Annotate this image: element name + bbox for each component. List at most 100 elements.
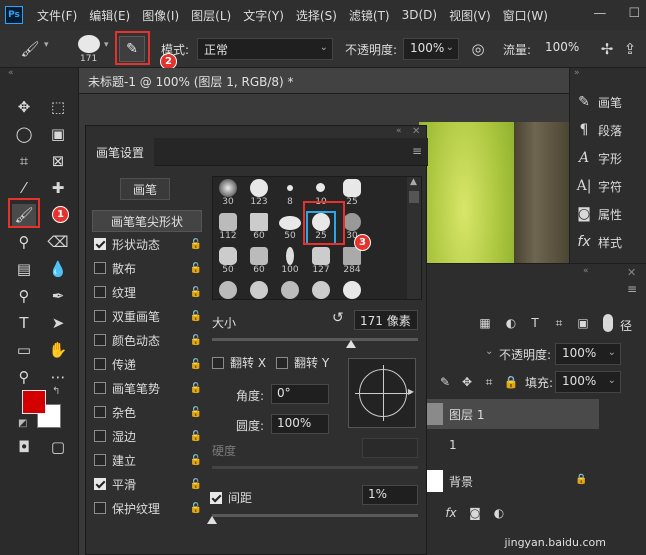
option-brush-pose[interactable]: 画笔笔势 🔓 — [94, 377, 202, 399]
lock-icon[interactable]: 🔓 — [190, 407, 202, 418]
object-select-tool-icon[interactable]: ▣ — [46, 123, 70, 145]
size-slider-thumb[interactable] — [346, 340, 356, 348]
option-transfer[interactable]: 传递 🔓 — [94, 353, 202, 375]
menu-file[interactable]: 文件(F) — [31, 7, 83, 24]
panel-menu-icon[interactable]: ≡ — [412, 144, 422, 158]
angle-roundness-preview[interactable]: ▶ — [348, 358, 416, 428]
gradient-tool-icon[interactable]: ▤ — [12, 258, 36, 280]
filter-smart-icon[interactable]: ▣ — [571, 312, 595, 334]
airbrush-icon[interactable]: ✢ — [595, 38, 619, 60]
share-icon[interactable]: ⇪ — [618, 38, 642, 60]
chevron-down-icon[interactable]: ⌄ — [485, 346, 493, 357]
brush-tip[interactable]: 50 — [215, 247, 241, 277]
brush-tip[interactable]: 284 — [339, 247, 365, 277]
roundness-input[interactable]: 100% — [271, 414, 329, 434]
minimize-icon[interactable]: — — [593, 6, 606, 21]
brush-tip[interactable]: 112 — [215, 213, 241, 243]
lock-icon[interactable]: 🔓 — [190, 383, 202, 394]
scroll-thumb[interactable] — [409, 191, 419, 203]
menu-layer[interactable]: 图层(L) — [185, 7, 237, 24]
rectangle-tool-icon[interactable]: ▭ — [12, 339, 36, 361]
lock-all-icon[interactable]: 🔒 — [499, 371, 523, 393]
option-build-up[interactable]: 建立 🔓 — [94, 449, 202, 471]
lock-position-icon[interactable]: ✥ — [455, 371, 479, 393]
menu-3d[interactable]: 3D(D) — [396, 8, 443, 22]
collapse-icon[interactable]: « — [583, 266, 589, 276]
move-tool-icon[interactable]: ✥ — [12, 96, 36, 118]
size-input[interactable]: 171 像素 — [354, 310, 418, 330]
lock-icon[interactable]: 🔓 — [190, 335, 202, 346]
angle-handle-icon[interactable]: ▶ — [408, 387, 414, 396]
panel-properties[interactable]: ◙ 属性 — [570, 200, 646, 228]
layer-row[interactable]: 1 — [427, 431, 599, 461]
brush-tool-preset-icon[interactable]: 🖌 — [18, 38, 42, 60]
layer-mask-icon[interactable]: ◙ — [463, 502, 487, 524]
lock-artboard-icon[interactable]: ⌗ — [477, 371, 501, 393]
collapse-icon[interactable]: « — [396, 126, 402, 136]
path-select-tool-icon[interactable]: ➤ — [46, 312, 70, 334]
flip-x-option[interactable]: 翻转 X — [212, 354, 266, 371]
checkbox-transfer[interactable] — [94, 358, 106, 370]
panel-styles[interactable]: fx 样式 — [570, 228, 646, 256]
lock-icon[interactable]: 🔓 — [190, 479, 202, 490]
panel-paragraph[interactable]: ¶ 段落 — [570, 116, 646, 144]
lock-icon[interactable]: 🔓 — [190, 263, 202, 274]
brush-settings-tab[interactable]: 画笔设置 — [86, 138, 155, 166]
checkbox-flip-y[interactable] — [276, 356, 288, 369]
checkbox-dual-brush[interactable] — [94, 310, 106, 322]
hand-tool-icon[interactable]: ✋ — [46, 339, 70, 361]
option-protect-texture[interactable]: 保护纹理 🔓 — [94, 497, 202, 519]
checkbox-wet-edges[interactable] — [94, 430, 106, 442]
tip-grid-scrollbar[interactable]: ▲ — [407, 177, 421, 299]
menu-filter[interactable]: 滤镜(T) — [343, 7, 396, 24]
reset-size-icon[interactable]: ↺ — [332, 310, 344, 326]
healing-brush-tool-icon[interactable]: ✚ — [46, 177, 70, 199]
checkbox-brush-pose[interactable] — [94, 382, 106, 394]
spacing-slider[interactable] — [212, 514, 418, 517]
checkbox-shape-dynamics[interactable] — [94, 238, 106, 250]
lock-icon[interactable]: 🔓 — [190, 287, 202, 298]
clone-stamp-tool-icon[interactable]: ⚲ — [12, 231, 36, 253]
option-dual-brush[interactable]: 双重画笔 🔓 — [94, 305, 202, 327]
brush-preview[interactable] — [78, 35, 100, 53]
zoom-tool-icon[interactable]: ⚲ — [12, 366, 36, 388]
filter-type-icon[interactable]: T — [523, 312, 547, 334]
document-tab[interactable]: 未标题-1 @ 100% (图层 1, RGB/8) * — [79, 68, 569, 94]
flip-y-option[interactable]: 翻转 Y — [276, 354, 329, 371]
lock-icon[interactable]: 🔓 — [190, 431, 202, 442]
spacing-input[interactable]: 1% — [362, 485, 418, 505]
brush-tip[interactable]: 80 — [215, 281, 241, 299]
spacing-slider-thumb[interactable] — [207, 516, 217, 524]
quick-mask-icon[interactable]: ◘ — [12, 436, 36, 458]
screen-mode-icon[interactable]: ▢ — [46, 436, 70, 458]
option-wet-edges[interactable]: 湿边 🔓 — [94, 425, 202, 447]
crop-tool-icon[interactable]: ⌗ — [12, 150, 36, 172]
brush-tip[interactable]: 8 — [277, 179, 303, 209]
checkbox-protect-texture[interactable] — [94, 502, 106, 514]
collapse-icon[interactable]: « — [8, 68, 14, 78]
checkbox-flip-x[interactable] — [212, 356, 224, 369]
brush-tip[interactable]: 123 — [246, 179, 272, 209]
option-scattering[interactable]: 散布 🔓 — [94, 257, 202, 279]
fill-input[interactable]: 100% ⌄ — [555, 371, 621, 393]
checkbox-smoothing[interactable] — [94, 478, 106, 490]
checkbox-build-up[interactable] — [94, 454, 106, 466]
lasso-tool-icon[interactable]: ◯ — [12, 123, 36, 145]
brushes-button[interactable]: 画笔 — [120, 178, 170, 200]
filter-adjust-icon[interactable]: ◐ — [499, 312, 523, 334]
foreground-color-swatch[interactable] — [22, 390, 46, 414]
lock-icon[interactable]: 🔓 — [190, 311, 202, 322]
option-noise[interactable]: 杂色 🔓 — [94, 401, 202, 423]
brush-tip[interactable]: 175 — [277, 281, 303, 299]
brush-tip-shape-item[interactable]: 画笔笔尖形状 — [92, 210, 202, 232]
chevron-down-icon[interactable]: ▾ — [104, 40, 109, 50]
lock-icon[interactable]: 🔓 — [190, 503, 202, 514]
chevron-down-icon[interactable]: ▾ — [44, 40, 49, 50]
checkbox-texture[interactable] — [94, 286, 106, 298]
brush-tip[interactable]: 60 — [246, 213, 272, 243]
option-shape-dynamics[interactable]: 形状动态 🔓 — [94, 233, 202, 255]
adjustment-layer-icon[interactable]: ◐ — [487, 502, 511, 524]
more-tools-icon[interactable]: ⋯ — [46, 366, 70, 388]
filter-toggle[interactable] — [603, 314, 613, 332]
mode-select[interactable]: 正常 ⌄ — [197, 38, 333, 60]
